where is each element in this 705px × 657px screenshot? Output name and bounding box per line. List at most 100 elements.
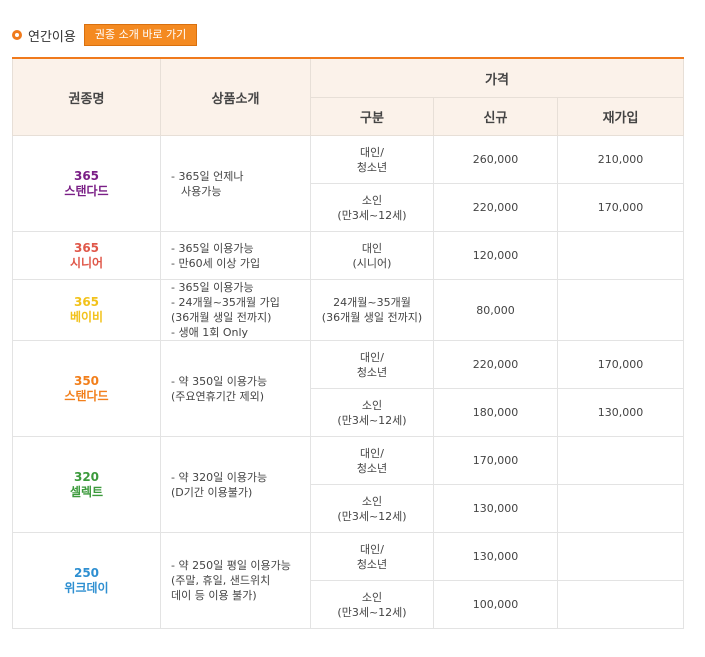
product-name-text: 시니어 [69,255,104,270]
product-name-text: 셀렉트 [69,484,104,499]
table-row: 365 베이비 - 365일 이용가능 - 24개월~35개월 가입 (36개월 생일 … [12,279,685,341]
header-name: 권종명 [12,57,161,136]
description-line: 사용가능 [181,184,222,198]
product-name-number: 365 [73,168,100,183]
category-line: 소인 [361,398,383,412]
product-description: - 365일 이용가능 - 24개월~35개월 가입 (36개월 생일 전까지) - … [160,279,311,341]
product-name: 365 시니어 [12,231,161,280]
section-title: 연간이용 [28,29,76,45]
product-description: - 365일 이용가능 - 만60세 이상 가입 [160,231,311,280]
description-line: (주요연휴기간 제외) [171,389,265,403]
price-new: 130,000 [433,532,558,581]
annual-pass-price-table: 권종명 상품소개 가격 구분 신규 재가입 365 스탠다드 - 365일 언제나 사… [12,57,685,629]
category-line: (시니어) [352,256,392,270]
product-name-number: 350 [73,373,100,388]
category-line: (만3세~12세) [337,509,407,523]
product-name: 250 위크데이 [12,532,161,629]
category-line: 대인/ [360,542,384,556]
category-line: 청소년 [356,557,388,571]
table-row: 320 셀렉트 - 약 320일 이용가능 (D기간 이용불가) 대인/청소년 170,0… [12,436,685,533]
price-category: 소인 (만3세~12세) [310,183,434,232]
header-category: 구분 [310,97,434,136]
price-category: 대인/청소년 [310,436,434,485]
product-description: - 약 320일 이용가능 (D기간 이용불가) [160,436,311,533]
description-line: - 24개월~35개월 가입 [171,296,280,309]
category-line: 소인 [361,590,383,604]
price-new: 260,000 [433,135,558,184]
product-name-number: 320 [73,469,100,484]
category-line: (만3세~12세) [337,413,407,427]
price-renew: 130,000 [556,388,685,437]
price-new: 220,000 [433,340,558,389]
category-line: 소인 [361,193,383,207]
category-line: (만3세~12세) [337,605,407,619]
description-line: (D기간 이용불가) [171,485,253,499]
price-category: 대인/청소년 [310,135,434,184]
price-new: 170,000 [433,436,558,485]
section-header: 연간이용 권종 소개 바로 가기 [12,24,198,46]
description-line: 데이 등 이용 불가) [171,589,257,602]
category-line: (만3세~12세) [337,208,407,222]
description-line: (주말, 휴일, 샌드위치 [171,574,271,587]
table-row: 350 스탠다드 - 약 350일 이용가능 (주요연휴기간 제외) 대인/청소년 220… [12,340,685,437]
price-new: 180,000 [433,388,558,437]
product-name-text: 스탠다드 [64,388,109,403]
price-renew [556,279,685,341]
product-description: - 약 250일 평일 이용가능 (주말, 휴일, 샌드위치데이 등 이용 불가) [160,532,311,629]
price-renew: 170,000 [556,340,685,389]
table-row: 250 위크데이 - 약 250일 평일 이용가능 (주말, 휴일, 샌드위치데이 등… [12,532,685,629]
price-new: 80,000 [433,279,558,341]
product-name: 365 베이비 [12,279,161,341]
category-line: 대인/ [360,350,384,364]
category-line: (36개월 생일 전까지) [321,311,423,324]
description-line: - 365일 언제나 [171,169,244,183]
price-category: 소인 (만3세~12세) [310,580,434,629]
price-category: 대인/청소년 [310,532,434,581]
product-name: 365 스탠다드 [12,135,161,232]
header-new: 신규 [433,97,558,136]
price-new: 220,000 [433,183,558,232]
price-category: 소인 (만3세~12세) [310,484,434,533]
product-name-number: 365 [73,240,100,255]
price-renew [556,580,685,629]
category-line: 소인 [361,494,383,508]
category-line: 청소년 [356,365,388,379]
bullet-icon [12,30,22,40]
price-category: 24개월~35개월 (36개월 생일 전까지) [310,279,434,341]
price-category: 소인 (만3세~12세) [310,388,434,437]
product-name-number: 250 [73,565,100,580]
price-renew: 170,000 [556,183,685,232]
description-line: - 365일 이용가능 [171,241,254,255]
description-line: - 365일 이용가능 [171,281,254,294]
table-row: 365 시니어 - 365일 이용가능 - 만60세 이상 가입 대인 (시니어) 120,… [12,231,685,280]
description-line: - 약 350일 이용가능 [171,374,268,388]
product-description: - 약 350일 이용가능 (주요연휴기간 제외) [160,340,311,437]
price-renew [556,231,685,280]
price-new: 120,000 [433,231,558,280]
price-category: 대인/청소년 [310,340,434,389]
description-line: - 만60세 이상 가입 [171,256,261,270]
category-line: 청소년 [356,461,388,475]
category-line: 24개월~35개월 [333,296,411,309]
header-intro: 상품소개 [160,57,311,136]
price-renew: 210,000 [556,135,685,184]
category-line: 대인/ [360,145,384,159]
category-line: 대인 [361,241,383,255]
product-name-text: 베이비 [69,310,104,324]
product-name: 320 셀렉트 [12,436,161,533]
product-name-number: 365 [73,295,100,309]
description-line: (36개월 생일 전까지) [171,311,272,324]
price-renew [556,436,685,485]
price-category: 대인 (시니어) [310,231,434,280]
product-intro-button[interactable]: 권종 소개 바로 가기 [83,24,198,46]
table-body: 365 스탠다드 - 365일 언제나 사용가능 대인/청소년 260,000 210,00… [12,135,685,629]
product-name-text: 스탠다드 [64,183,109,198]
product-name-text: 위크데이 [64,580,109,595]
description-line: - 약 250일 평일 이용가능 [171,559,291,572]
price-new: 130,000 [433,484,558,533]
description-line: - 생애 1회 Only [171,326,249,339]
header-price: 가격 [309,57,685,98]
table-row: 365 스탠다드 - 365일 언제나 사용가능 대인/청소년 260,000 210,00… [12,135,685,232]
description-line: - 약 320일 이용가능 [171,470,268,484]
price-renew [556,532,685,581]
